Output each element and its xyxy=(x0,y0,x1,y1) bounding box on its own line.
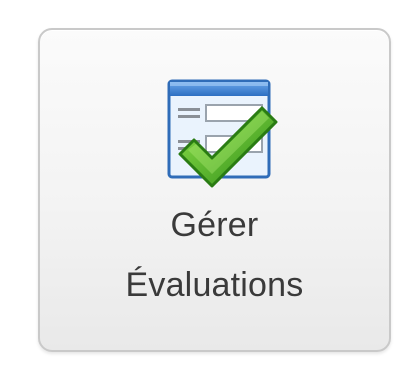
button-label-line1: Gérer xyxy=(170,206,259,244)
form-checkmark-icon xyxy=(167,79,278,188)
manage-evaluations-button[interactable]: Gérer Évaluations xyxy=(38,28,391,352)
button-label-line2: Évaluations xyxy=(125,266,304,304)
